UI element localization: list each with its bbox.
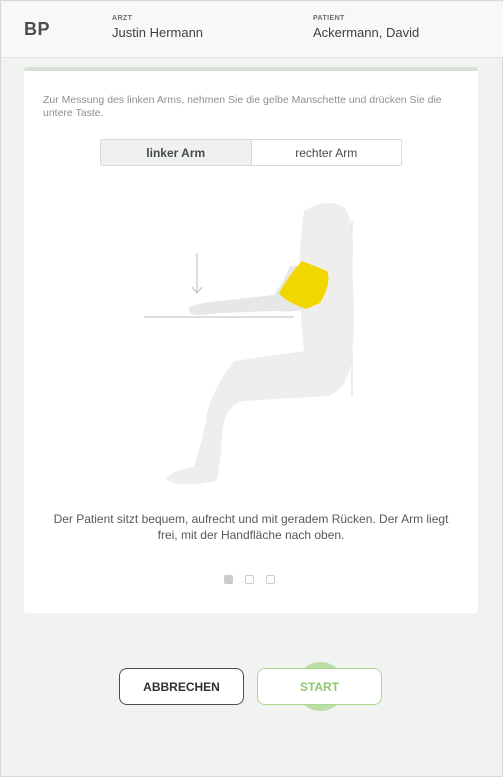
start-button[interactable]: START <box>257 668 382 705</box>
toggle-left-arm[interactable]: linker Arm <box>101 140 251 165</box>
app-title: BP <box>24 19 51 39</box>
page-dot-2[interactable] <box>245 575 254 584</box>
arm-toggle: linker Arm rechter Arm <box>100 139 402 166</box>
measurement-card: Zur Messung des linken Arms, nehmen Sie … <box>24 67 478 613</box>
cancel-button[interactable]: ABBRECHEN <box>119 668 244 705</box>
posture-description: Der Patient sitzt bequem, aufrecht und m… <box>53 512 449 542</box>
page-dot-1[interactable] <box>224 575 233 584</box>
doctor-info: ARZT Justin Hermann <box>112 15 203 40</box>
pagination-dots <box>224 575 275 584</box>
patient-name: Ackermann, David <box>313 25 420 40</box>
patient-info: PATIENT Ackermann, David <box>313 15 419 40</box>
start-button-label: START <box>299 679 340 694</box>
arrow-down-icon <box>191 253 203 294</box>
toggle-right-arm[interactable]: rechter Arm <box>250 140 402 165</box>
doctor-name: Justin Hermann <box>112 25 204 40</box>
app-frame: BP ARZT Justin Hermann PATIENT Ackermann… <box>0 0 503 777</box>
instruction-text: Zur Messung des linken Arms, nehmen Sie … <box>43 94 442 119</box>
patient-label: PATIENT <box>313 15 345 22</box>
patient-body <box>166 202 354 485</box>
header: BP ARZT Justin Hermann PATIENT Ackermann… <box>2 2 503 58</box>
page-dot-3[interactable] <box>266 575 275 584</box>
doctor-label: ARZT <box>112 15 133 22</box>
patient-posture-illustration <box>144 202 354 485</box>
